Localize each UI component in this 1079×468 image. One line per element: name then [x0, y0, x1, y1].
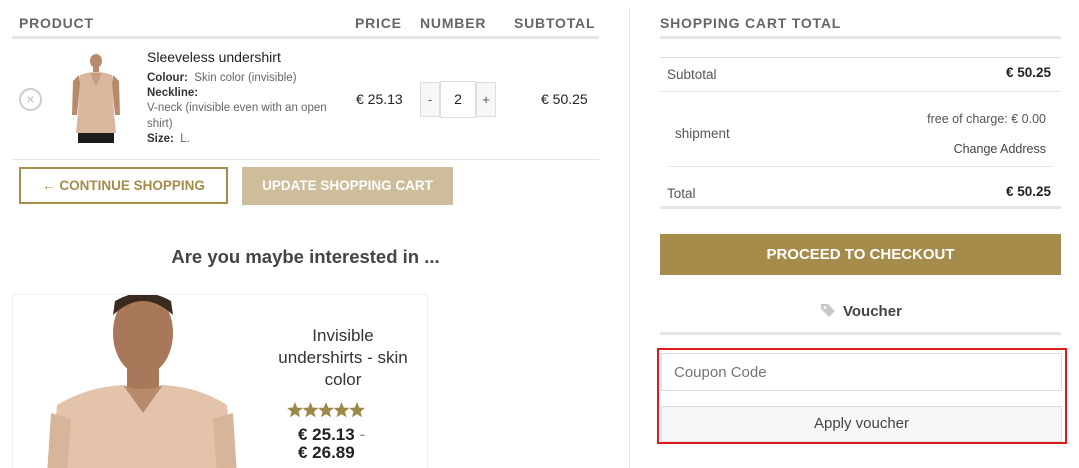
item-subtotal: € 50.25	[541, 91, 588, 107]
shipment-label: shipment	[675, 126, 730, 141]
product-name[interactable]: Sleeveless undershirt	[147, 49, 281, 65]
attr-neckline-label: Neckline:	[147, 87, 199, 100]
header-number: NUMBER	[420, 15, 487, 31]
quantity-decrease-button[interactable]: -	[420, 82, 440, 117]
apply-voucher-button[interactable]: Apply voucher	[661, 406, 1062, 442]
cart-totals-table: Subtotal € 50.25 shipment free of charge…	[660, 57, 1061, 209]
shipment-value: free of charge: € 0.00	[927, 112, 1046, 126]
cart-table-header: PRODUCT PRICE NUMBER SUBTOTAL	[12, 8, 599, 39]
coupon-code-input[interactable]	[661, 353, 1062, 391]
coupon-highlight-box: Apply voucher	[657, 348, 1067, 444]
header-product: PRODUCT	[19, 15, 94, 31]
attr-size-label: Size:	[147, 132, 174, 145]
total-label: Total	[667, 186, 696, 201]
recommended-product-image[interactable]	[47, 295, 237, 468]
remove-item-button[interactable]: ×	[19, 88, 42, 111]
subtotal-label: Subtotal	[667, 67, 717, 82]
attr-neckline-value: V-neck (invisible even with an open shir…	[147, 102, 327, 130]
attr-colour-value: Skin color (invisible)	[194, 72, 297, 84]
totals-divider	[668, 166, 1053, 167]
price-from: € 25.13	[298, 425, 355, 444]
close-icon: ×	[26, 91, 35, 107]
attr-size-value: L.	[180, 132, 190, 145]
quantity-input[interactable]: 2	[440, 81, 476, 118]
quantity-stepper: - 2 +	[420, 81, 500, 118]
attr-colour-label: Colour:	[147, 72, 188, 84]
tag-icon	[820, 303, 836, 317]
recommended-product-card[interactable]: Invisible undershirts - skin color € 25.…	[12, 294, 428, 468]
recommended-product-title[interactable]: Invisible undershirts - skin color	[278, 325, 408, 391]
voucher-toggle[interactable]: Voucher	[660, 298, 1061, 335]
subtotal-value: € 50.25	[1005, 65, 1051, 80]
price-to: € 26.89	[298, 443, 355, 462]
total-value: € 50.25	[1005, 184, 1051, 199]
cart-totals-title-text: SHOPPING CART TOTAL	[660, 15, 842, 31]
cart-item-row: × Sleeveless undershirt Colour: Skin col…	[12, 39, 599, 160]
five-star-rating-icon	[287, 402, 365, 418]
voucher-label: Voucher	[843, 303, 902, 320]
product-attributes: Colour: Skin color (invisible) Neckline:…	[147, 71, 347, 147]
recommended-product-price: € 25.13 - € 26.89	[298, 426, 408, 462]
header-price: PRICE	[355, 15, 402, 31]
recommendations-heading: Are you maybe interested in ...	[171, 246, 440, 267]
update-cart-button[interactable]: UPDATE SHOPPING CART	[242, 167, 453, 205]
undershirt-product-thumbnail	[70, 53, 122, 145]
rating-stars	[286, 401, 376, 419]
cart-totals-title: SHOPPING CART TOTAL	[660, 8, 1061, 39]
undershirt-model-photo	[47, 295, 237, 468]
price-separator: -	[359, 425, 366, 444]
change-address-link[interactable]: Change Address	[954, 142, 1046, 156]
header-subtotal: SUBTOTAL	[514, 15, 596, 31]
product-image[interactable]	[70, 53, 122, 145]
proceed-to-checkout-button[interactable]: PROCEED TO CHECKOUT	[660, 234, 1061, 275]
column-divider	[629, 8, 630, 468]
totals-divider	[660, 91, 1061, 92]
quantity-increase-button[interactable]: +	[476, 82, 496, 117]
item-price: € 25.13	[356, 91, 403, 107]
continue-shopping-button[interactable]: ← CONTINUE SHOPPING	[19, 167, 228, 204]
